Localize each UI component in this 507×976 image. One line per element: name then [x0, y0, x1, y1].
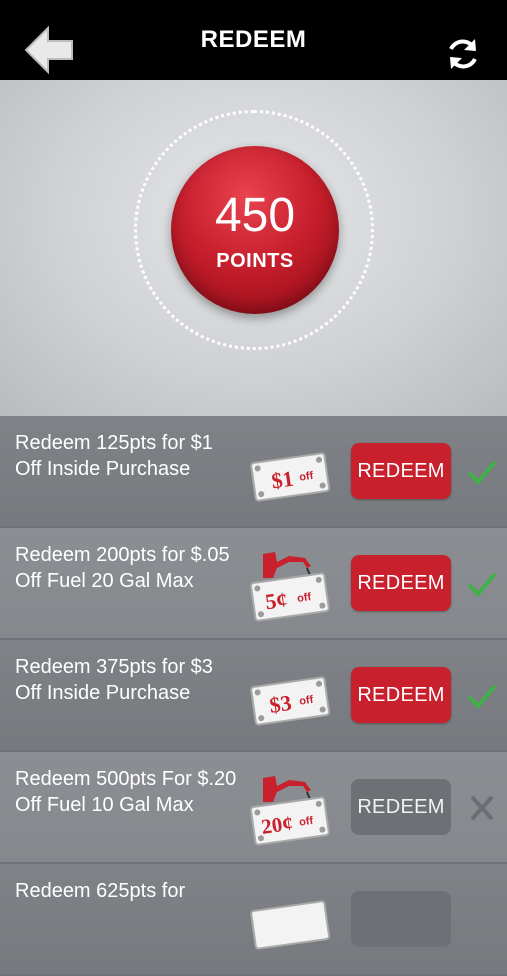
redeem-button[interactable]: REDEEM: [351, 443, 451, 499]
redeem-button[interactable]: REDEEM: [351, 779, 451, 835]
offer-row: Redeem 125pts for $1 Off Inside Purchase…: [0, 416, 507, 528]
offer-row: Redeem 500pts For $.20 Off Fuel 10 Gal M…: [0, 752, 507, 864]
offer-row: Redeem 375pts for $3 Off Inside Purchase…: [0, 640, 507, 752]
offer-text: Redeem 125pts for $1 Off Inside Purchase: [15, 432, 213, 480]
fuel-coupon-icon: 5¢ off: [249, 552, 330, 622]
coupon-suffix: off: [298, 470, 314, 484]
offer-text: Redeem 375pts for $3 Off Inside Purchase: [15, 656, 213, 704]
top-bar: REDEEM: [0, 0, 507, 80]
x-icon: [470, 795, 494, 821]
offer-text: Redeem 200pts for $.05 Off Fuel 20 Gal M…: [15, 544, 230, 592]
coupon-icon: $3 off: [250, 676, 331, 726]
coupon-amount: $1: [270, 466, 295, 494]
coupon-amount: $3: [268, 690, 293, 718]
coupon-icon: $1 off: [250, 452, 331, 502]
check-icon: [467, 572, 497, 597]
points-label: POINTS: [216, 249, 294, 272]
offer-text: Redeem 625pts for: [15, 880, 186, 902]
offer-text: Redeem 500pts For $.20 Off Fuel 10 Gal M…: [15, 768, 237, 816]
offer-list: Redeem 125pts for $1 Off Inside Purchase…: [0, 416, 507, 976]
refresh-icon[interactable]: [443, 34, 483, 74]
points-value: 450: [214, 188, 296, 242]
fuel-coupon-icon: 20¢ off: [249, 776, 330, 846]
coupon-amount: 5¢: [264, 587, 289, 615]
back-arrow-icon[interactable]: [24, 26, 76, 74]
coupon-amount: 20¢: [260, 811, 295, 839]
coupon-suffix: off: [298, 815, 314, 829]
coupon-suffix: off: [298, 694, 314, 708]
redeem-button[interactable]: REDEEM: [351, 667, 451, 723]
points-badge: 450 POINTS: [171, 146, 339, 314]
coupon-suffix: off: [296, 591, 312, 605]
offer-row: Redeem 625pts for: [0, 864, 507, 976]
page-title: REDEEM: [200, 26, 307, 53]
offer-row: Redeem 200pts for $.05 Off Fuel 20 Gal M…: [0, 528, 507, 640]
check-icon: [467, 684, 497, 709]
redeem-button[interactable]: [351, 891, 451, 947]
coupon-icon: [250, 900, 331, 950]
check-icon: [467, 460, 497, 485]
points-panel: 450 POINTS: [0, 80, 507, 416]
redeem-button[interactable]: REDEEM: [351, 555, 451, 611]
